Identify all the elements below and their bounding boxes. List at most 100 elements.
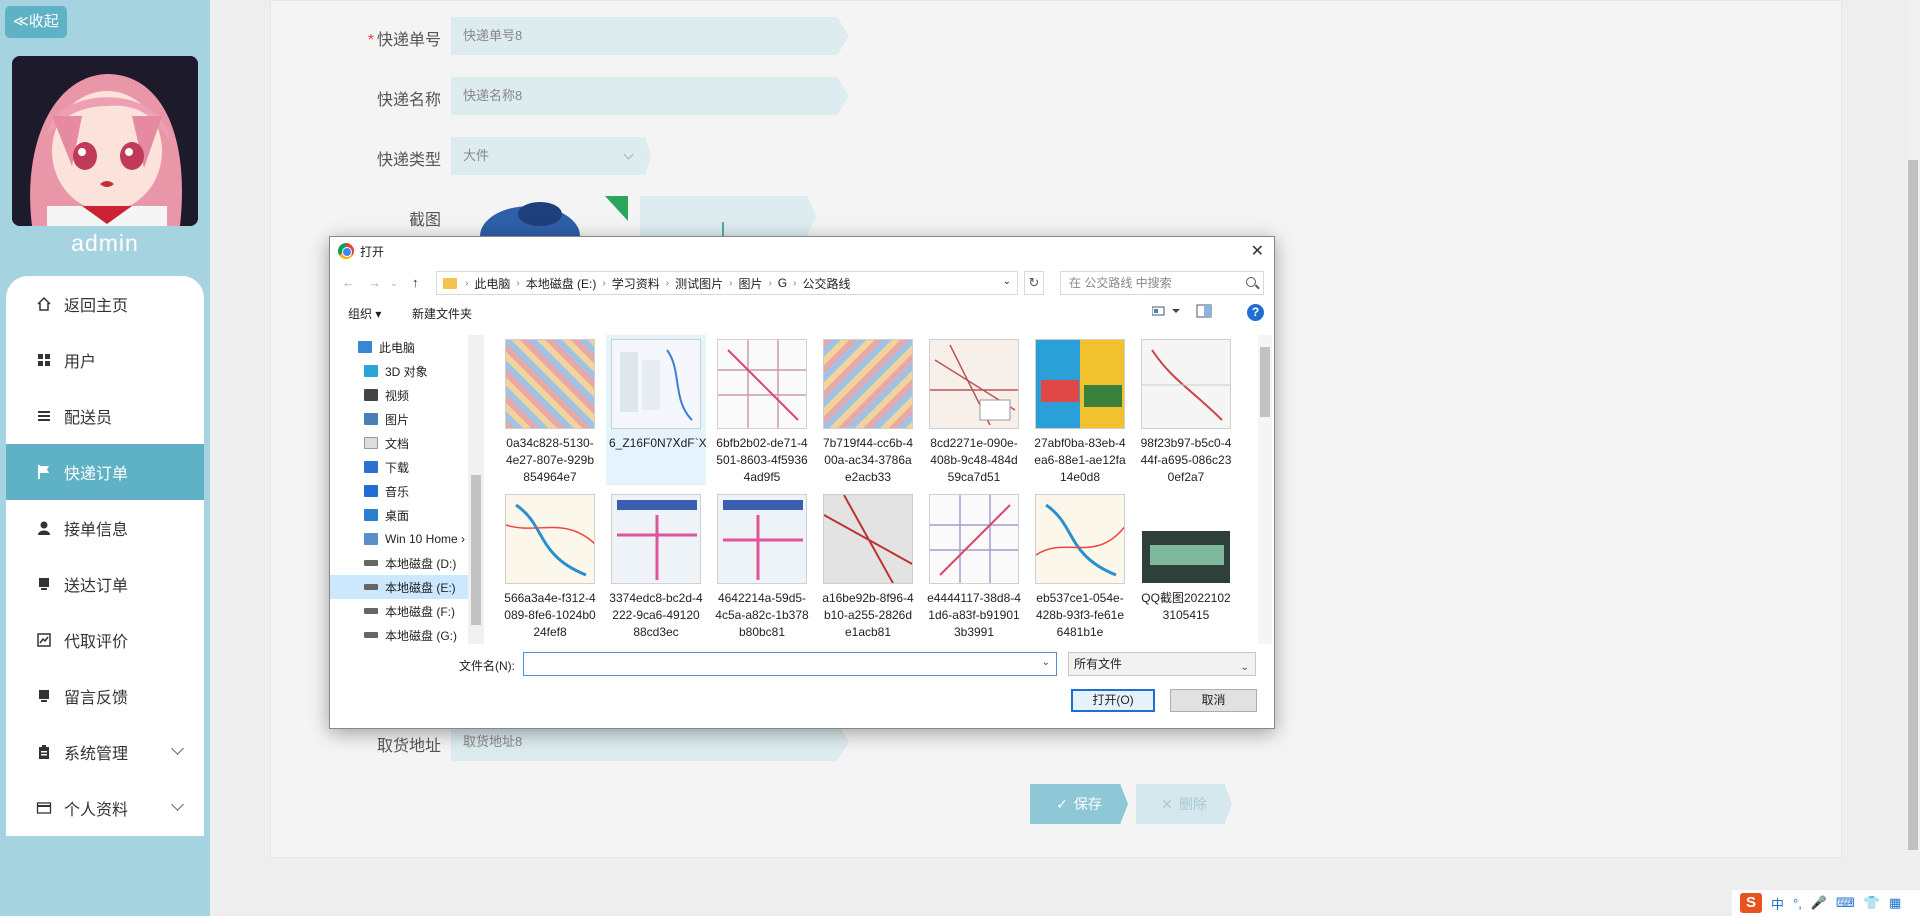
organize-button[interactable]: 组织 ▾ bbox=[348, 305, 381, 322]
new-folder-button[interactable]: 新建文件夹 bbox=[412, 305, 472, 322]
menu-item-system[interactable]: 系统管理 bbox=[6, 724, 204, 780]
open-button[interactable]: 打开(O) bbox=[1071, 689, 1155, 712]
tree-item[interactable]: Win 10 Home › bbox=[330, 527, 468, 551]
tree-item[interactable]: 此电脑 bbox=[330, 335, 468, 359]
menu-item-express-orders[interactable]: 快递订单 bbox=[6, 444, 204, 500]
menu-item-courier[interactable]: 配送员 bbox=[6, 388, 204, 444]
breadcrumb-item[interactable]: 测试图片 bbox=[675, 275, 723, 292]
save-button[interactable]: ✓ 保存 bbox=[1030, 784, 1128, 824]
menu-item-feedback[interactable]: 留言反馈 bbox=[6, 668, 204, 724]
clipboard-icon bbox=[36, 744, 52, 760]
breadcrumb-item[interactable]: 图片 bbox=[738, 275, 762, 292]
sidebar: ≪收起 admin 返回主页 用户 配送员 快递订单 接单信息 送达订单 代取评… bbox=[0, 0, 210, 916]
tree-item[interactable]: 音乐 bbox=[330, 479, 468, 503]
file-grid: 0a34c828-5130-4e27-807e-929b854964e7 6_Z… bbox=[488, 335, 1258, 644]
back-icon[interactable]: ← bbox=[342, 275, 355, 290]
tree-item[interactable]: 视频 bbox=[330, 383, 468, 407]
search-input[interactable]: 在 公交路线 中搜索 bbox=[1060, 271, 1264, 295]
menu-item-reviews[interactable]: 代取评价 bbox=[6, 612, 204, 668]
chart-icon bbox=[36, 632, 52, 648]
tree-item[interactable]: 3D 对象 bbox=[330, 359, 468, 383]
menu-item-order-info[interactable]: 接单信息 bbox=[6, 500, 204, 556]
image-thumbnail bbox=[1035, 339, 1125, 429]
file-item[interactable]: 98f23b97-b5c0-444f-a695-086c230ef2a7 bbox=[1136, 335, 1236, 485]
tree-item[interactable]: 本地磁盘 (D:) bbox=[330, 551, 468, 575]
cancel-button[interactable]: 取消 bbox=[1170, 689, 1257, 712]
filename-label: 文件名(N): bbox=[459, 659, 515, 673]
admin-name: admin bbox=[71, 230, 139, 256]
menu-item-delivered-orders[interactable]: 送达订单 bbox=[6, 556, 204, 612]
filename-input[interactable]: ⌄ bbox=[523, 652, 1057, 676]
tree-item[interactable]: 下载 bbox=[330, 455, 468, 479]
file-item[interactable]: eb537ce1-054e-428b-93f3-fe61e6481b1e bbox=[1030, 490, 1130, 640]
file-item[interactable]: 6bfb2b02-de71-4501-8603-4f59364ad9f5 bbox=[712, 335, 812, 485]
breadcrumb-item[interactable]: 公交路线 bbox=[802, 275, 850, 292]
recent-dropdown-icon[interactable]: ⌄ bbox=[390, 278, 398, 289]
sogou-ime-icon[interactable]: S bbox=[1740, 893, 1762, 913]
tree-item[interactable]: 本地磁盘 (F:) bbox=[330, 599, 468, 623]
preview-pane-icon[interactable] bbox=[1196, 304, 1212, 321]
breadcrumb-item[interactable]: 此电脑 bbox=[474, 275, 510, 292]
video-icon bbox=[364, 389, 378, 401]
tracking-no-input[interactable]: 快递单号8 bbox=[451, 17, 849, 55]
page-scrollbar[interactable] bbox=[1906, 0, 1920, 858]
breadcrumb-item[interactable]: G bbox=[778, 276, 787, 290]
file-item[interactable]: 27abf0ba-83eb-4ea6-88e1-ae12fa14e0d8 bbox=[1030, 335, 1130, 485]
file-grid-scrollbar[interactable] bbox=[1258, 335, 1272, 644]
file-item[interactable]: 6_Z16F0N7ⅩdF`XM0~L65$KC bbox=[606, 335, 706, 485]
delete-button[interactable]: ✕ 删除 bbox=[1136, 784, 1232, 824]
menu-item-label: 快递订单 bbox=[64, 466, 129, 483]
menu-item-user[interactable]: 用户 bbox=[6, 332, 204, 388]
file-item[interactable]: 8cd2271e-090e-408b-9c48-484d59ca7d51 bbox=[924, 335, 1024, 485]
file-item[interactable]: a16be92b-8f96-4b10-a255-2826de1acb81 bbox=[818, 490, 918, 640]
tree-scrollbar[interactable] bbox=[468, 335, 484, 644]
menu-item-label: 送达订单 bbox=[64, 578, 129, 595]
drive-icon bbox=[364, 632, 378, 638]
forward-icon[interactable]: → bbox=[368, 275, 381, 290]
file-item[interactable]: e4444117-38d8-41d6-a83f-b919013b3991 bbox=[924, 490, 1024, 640]
file-item[interactable]: 566a3a4e-f312-4089-8fe6-1024b024fef8 bbox=[500, 490, 600, 640]
menu-item-profile[interactable]: 个人资料 bbox=[6, 780, 204, 836]
punctuation-mode[interactable]: °, bbox=[1793, 896, 1802, 911]
chevron-down-icon[interactable]: ⌄ bbox=[1042, 657, 1050, 668]
chevron-down-icon[interactable]: ⌄ bbox=[1003, 276, 1011, 287]
list-icon bbox=[36, 408, 52, 424]
sidebar-menu: 返回主页 用户 配送员 快递订单 接单信息 送达订单 代取评价 留言反馈 系统管… bbox=[6, 276, 204, 836]
tree-item[interactable]: 文档 bbox=[330, 431, 468, 455]
view-options-icon[interactable] bbox=[1151, 304, 1180, 321]
keyboard-icon[interactable]: ⌨ bbox=[1836, 895, 1855, 911]
express-type-select[interactable]: 大件 bbox=[451, 137, 651, 175]
help-icon[interactable]: ? bbox=[1247, 304, 1264, 321]
file-item[interactable]: 0a34c828-5130-4e27-807e-929b854964e7 bbox=[500, 335, 600, 485]
file-item[interactable]: 3374edc8-bc2d-4222-9ca6-4912088cd3ec bbox=[606, 490, 706, 640]
microphone-icon[interactable]: 🎤 bbox=[1811, 895, 1827, 911]
ime-mode-label[interactable]: 中 bbox=[1771, 894, 1784, 913]
address-bar[interactable]: › 此电脑 › 本地磁盘 (E:) › 学习资料 › 测试图片 › 图片 › G › 公交路… bbox=[436, 271, 1018, 295]
express-name-input[interactable]: 快递名称8 bbox=[451, 77, 849, 115]
flag-icon bbox=[36, 464, 52, 480]
tree-item[interactable]: 本地磁盘 (E:) bbox=[330, 575, 468, 599]
grid-icon[interactable]: ▦ bbox=[1889, 895, 1901, 911]
plus-icon bbox=[722, 222, 724, 236]
file-item[interactable]: 7b719f44-cc6b-400a-ac34-3786ae2acb33 bbox=[818, 335, 918, 485]
up-icon[interactable]: ↑ bbox=[412, 275, 419, 290]
upload-image-button[interactable] bbox=[640, 196, 816, 236]
breadcrumb-item[interactable]: 学习资料 bbox=[612, 275, 660, 292]
skin-icon[interactable]: 👕 bbox=[1864, 895, 1880, 911]
uploaded-image-preview[interactable] bbox=[470, 196, 630, 240]
tree-item[interactable]: 桌面 bbox=[330, 503, 468, 527]
chrome-icon bbox=[338, 243, 354, 259]
file-item[interactable]: 4642214a-59d5-4c5a-a82c-1b378b80bc81 bbox=[712, 490, 812, 640]
filetype-select[interactable]: 所有文件 ⌄ bbox=[1068, 652, 1256, 676]
menu-item-home[interactable]: 返回主页 bbox=[6, 276, 204, 332]
tree-item[interactable]: 本地磁盘 (G:) bbox=[330, 623, 468, 644]
collapse-button[interactable]: ≪收起 bbox=[5, 6, 67, 38]
breadcrumb-item[interactable]: 本地磁盘 (E:) bbox=[526, 275, 597, 292]
file-item[interactable]: QQ截图20221023105415 bbox=[1136, 490, 1236, 640]
image-thumbnail bbox=[1141, 339, 1231, 429]
desktop-icon bbox=[364, 509, 378, 521]
dialog-titlebar[interactable]: 打开 ✕ bbox=[330, 237, 1274, 265]
refresh-icon[interactable]: ↻ bbox=[1024, 271, 1044, 295]
tree-item[interactable]: 图片 bbox=[330, 407, 468, 431]
close-icon[interactable]: ✕ bbox=[1251, 241, 1264, 261]
